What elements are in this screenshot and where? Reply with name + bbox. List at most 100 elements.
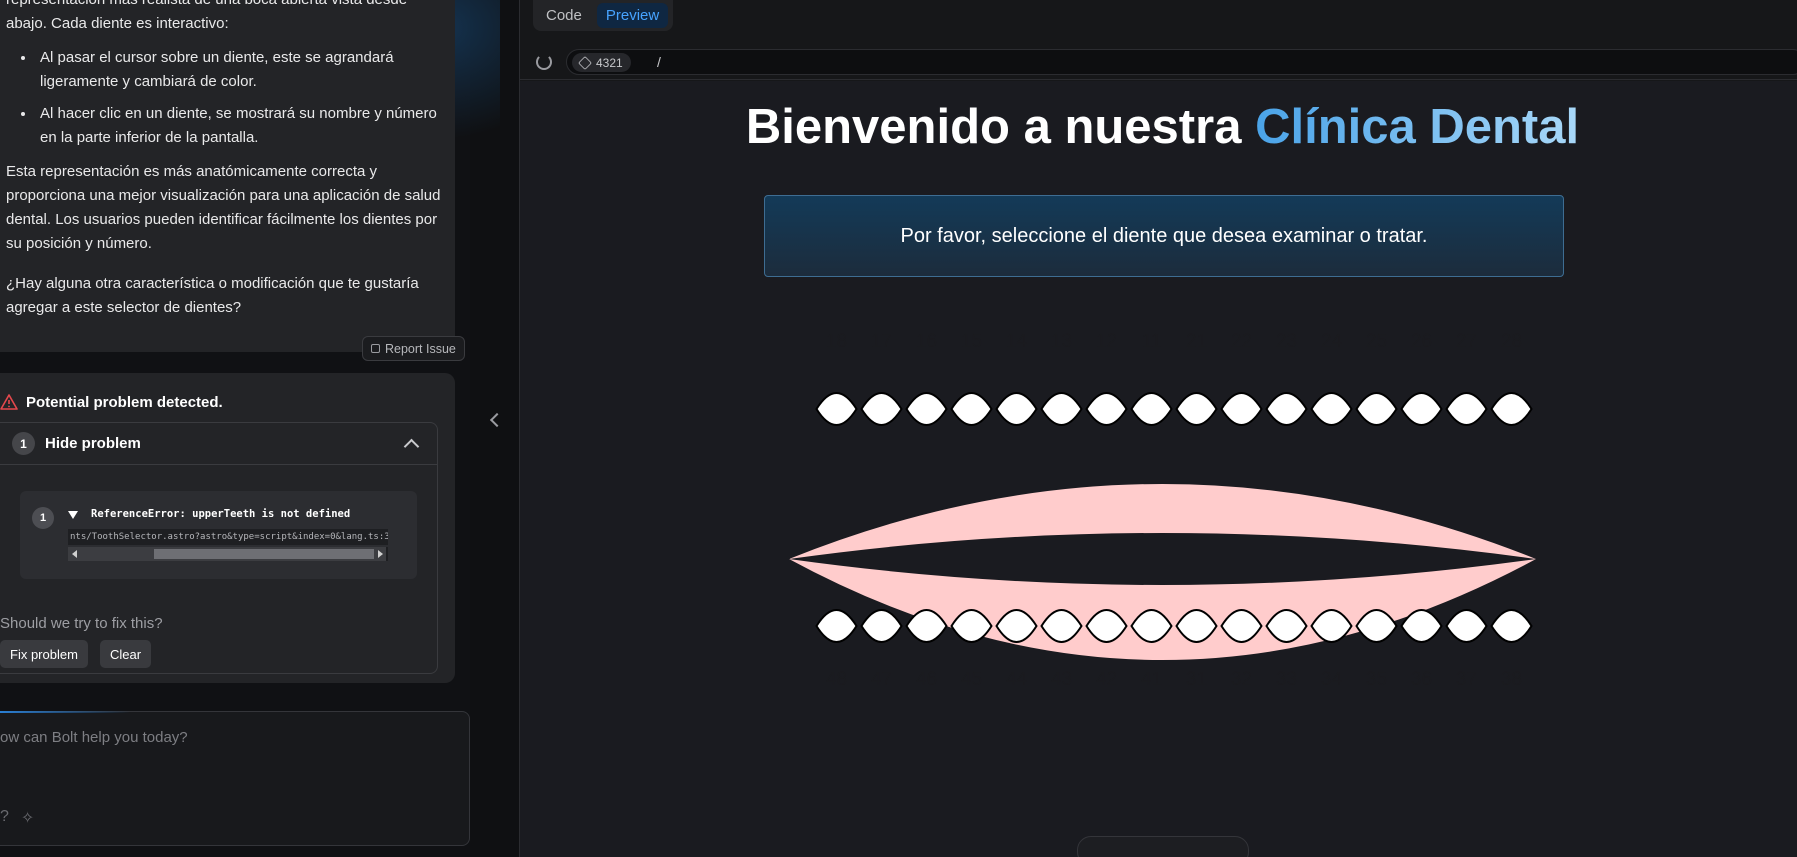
tooth-36[interactable]	[1400, 608, 1443, 644]
url-field[interactable]: 4321 /	[566, 49, 1797, 75]
attach-icon[interactable]: ?	[0, 808, 9, 828]
error-entry: 1 ReferenceError: upperTeeth is not defi…	[20, 491, 417, 579]
problem-header: Potential problem detected.	[0, 388, 223, 416]
tooth-15[interactable]	[950, 391, 993, 427]
chat-input-placeholder: ow can Bolt help you today?	[0, 729, 188, 746]
input-focus-line	[0, 711, 130, 713]
page-title: Bienvenido a nuestra Clínica Dental	[520, 99, 1797, 155]
tooth-number-27: 27	[1455, 331, 1478, 352]
tooth-47[interactable]	[860, 608, 903, 644]
tooth-35[interactable]	[1355, 608, 1398, 644]
site-preview: Bienvenido a nuestra Clínica Dental Por …	[520, 81, 1797, 857]
port-selector[interactable]: 4321	[572, 53, 631, 72]
tooth-38[interactable]	[1490, 608, 1533, 644]
message-paragraph: Esta representación es más anatómicament…	[6, 163, 441, 252]
tooth-number-41: 41	[1140, 669, 1163, 690]
tooth-32[interactable]	[1220, 608, 1263, 644]
tooth-48[interactable]	[815, 608, 858, 644]
problem-card: Potential problem detected. 1 Hide probl…	[0, 373, 455, 683]
tooth-17[interactable]	[860, 391, 903, 427]
tooth-44[interactable]	[995, 608, 1038, 644]
hide-problem-toggle[interactable]: 1 Hide problem	[0, 423, 437, 465]
plug-icon	[577, 55, 593, 70]
sparkle-icon[interactable]: ✧	[21, 808, 34, 828]
tooth-16[interactable]	[905, 391, 948, 427]
scroll-thumb[interactable]	[154, 549, 374, 559]
tooth-number-11: 11	[1141, 331, 1162, 352]
problem-count-badge: 1	[12, 432, 35, 455]
tooth-12[interactable]	[1085, 391, 1128, 427]
reload-icon[interactable]	[536, 54, 552, 70]
tooth-31[interactable]	[1175, 608, 1218, 644]
tooth-37[interactable]	[1445, 608, 1488, 644]
problem-list: 1 Hide problem 1 ReferenceError: upperTe…	[0, 422, 438, 674]
bottom-dock	[1077, 836, 1249, 857]
tooth-24[interactable]	[1310, 391, 1353, 427]
instruction-text: Por favor, seleccione el diente que dese…	[900, 224, 1428, 247]
tooth-27[interactable]	[1445, 391, 1488, 427]
assistant-message: representación más realista de una boca …	[0, 0, 455, 352]
url-path: /	[657, 54, 661, 70]
collapse-panel-icon[interactable]	[489, 412, 505, 428]
instruction-banner: Por favor, seleccione el diente que dese…	[764, 195, 1564, 277]
tooth-number-31: 31	[1185, 669, 1208, 690]
bug-icon	[371, 344, 380, 353]
workbench-tabs: Code Preview	[533, 0, 673, 31]
tooth-26[interactable]	[1400, 391, 1443, 427]
tooth-11[interactable]	[1130, 391, 1173, 427]
tooth-number-46: 46	[915, 669, 938, 690]
problem-title: Potential problem detected.	[26, 393, 223, 411]
message-line: abajo. Cada diente es interactivo:	[6, 15, 229, 32]
tooth-number-44: 44	[1005, 669, 1028, 690]
tooth-34[interactable]	[1310, 608, 1353, 644]
report-issue-button[interactable]: Report Issue	[362, 336, 465, 361]
tooth-number-24: 24	[1320, 331, 1343, 352]
tooth-number-25: 25	[1365, 331, 1388, 352]
error-index-badge: 1	[32, 507, 54, 529]
tooth-22[interactable]	[1220, 391, 1263, 427]
tooth-42[interactable]	[1085, 608, 1128, 644]
tooth-43[interactable]	[1040, 608, 1083, 644]
tooth-41[interactable]	[1130, 608, 1173, 644]
fix-problem-button[interactable]: Fix problem	[0, 640, 88, 668]
tooth-number-42: 42	[1095, 669, 1118, 690]
hide-problem-label: Hide problem	[45, 435, 141, 452]
tooth-25[interactable]	[1355, 391, 1398, 427]
disclosure-triangle-icon[interactable]	[68, 511, 78, 519]
tooth-number-18: 18	[825, 331, 848, 352]
tooth-number-34: 34	[1320, 669, 1343, 690]
tooth-number-37: 37	[1455, 669, 1478, 690]
scroll-left-icon[interactable]	[72, 550, 77, 558]
tooth-13[interactable]	[1040, 391, 1083, 427]
tooth-23[interactable]	[1265, 391, 1308, 427]
error-file-path: nts/ToothSelector.astro?astro&type=scrip…	[68, 529, 388, 545]
chat-input[interactable]: ow can Bolt help you today? ? ✧	[0, 711, 470, 846]
bullet-item: Al pasar el cursor sobre un diente, este…	[36, 46, 449, 94]
tooth-number-14: 14	[1005, 331, 1028, 352]
tooth-number-16: 16	[915, 331, 938, 352]
tab-preview[interactable]: Preview	[596, 3, 669, 28]
tooth-number-36: 36	[1410, 669, 1433, 690]
tooth-14[interactable]	[995, 391, 1038, 427]
tooth-28[interactable]	[1490, 391, 1533, 427]
error-scrollbar[interactable]	[68, 547, 388, 561]
tooth-21[interactable]	[1175, 391, 1218, 427]
tooth-number-17: 17	[870, 331, 893, 352]
chevron-up-icon	[403, 438, 420, 455]
tooth-number-26: 26	[1410, 331, 1433, 352]
clear-button[interactable]: Clear	[100, 640, 152, 668]
tooth-number-13: 13	[1050, 331, 1073, 352]
tooth-18[interactable]	[815, 391, 858, 427]
address-bar: 4321 /	[520, 45, 1797, 80]
tooth-46[interactable]	[905, 608, 948, 644]
message-line: representación más realista de una boca …	[6, 0, 449, 12]
tab-code[interactable]: Code	[537, 3, 591, 28]
scroll-right-icon[interactable]	[378, 550, 383, 558]
tooth-45[interactable]	[950, 608, 993, 644]
tooth-number-21: 21	[1185, 331, 1208, 352]
tooth-33[interactable]	[1265, 608, 1308, 644]
tooth-number-48: 48	[825, 669, 848, 690]
input-toolbar: ? ✧	[0, 808, 34, 828]
tooth-number-38: 38	[1500, 669, 1523, 690]
chat-panel: representación más realista de una boca …	[0, 0, 500, 857]
